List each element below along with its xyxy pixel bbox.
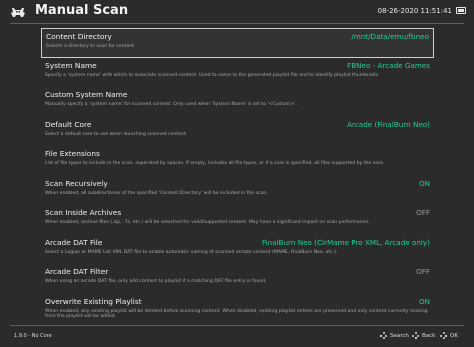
setting-label: Arcade DAT Filter [45, 267, 109, 276]
setting-system-name[interactable]: System Name FBNeo - Arcade Games Specify… [41, 58, 434, 88]
setting-value: Arcade (FinalBurn Neo) [347, 119, 430, 129]
back-label: Back [422, 332, 436, 339]
setting-default-core[interactable]: Default Core Arcade (FinalBurn Neo) Sele… [41, 117, 434, 147]
ok-label: OK [450, 332, 458, 339]
core-info: 1.9.0 - No Core [14, 333, 52, 339]
setting-content-directory[interactable]: Content Directory /mnt/Data/emu/fbneo Se… [41, 28, 434, 58]
setting-label: Arcade DAT File [45, 237, 103, 247]
setting-label: File Extensions [45, 149, 100, 158]
setting-file-extensions[interactable]: File Extensions List of file types to in… [41, 146, 434, 176]
battery-icon [456, 7, 466, 14]
setting-description: When enabled, any existing playlist will… [45, 308, 428, 319]
setting-description: When enabled, archive files (.zip, .7z, … [45, 220, 370, 225]
setting-description: When enabled, all subdirectories of the … [45, 190, 268, 196]
setting-custom-system-name[interactable]: Custom System Name Manually specify a 's… [41, 87, 434, 117]
ok-hint[interactable]: OK [440, 332, 458, 339]
gamepad-button-icon [380, 332, 387, 339]
gamepad-button-icon [440, 332, 447, 339]
toggle-on[interactable]: ON [419, 297, 430, 306]
setting-label: System Name [45, 60, 97, 70]
setting-arcade-dat-file[interactable]: Arcade DAT File FinalBurn Neo (ClrMame P… [41, 235, 434, 265]
page-title: Manual Scan [35, 3, 129, 18]
header-bar: Manual Scan 08-26-2020 11:51:41 [0, 0, 474, 24]
setting-label: Overwrite Existing Playlist [45, 296, 142, 306]
setting-overwrite-existing-playlist[interactable]: Overwrite Existing Playlist ON When enab… [41, 294, 434, 324]
setting-arcade-dat-filter[interactable]: Arcade DAT Filter OFF When using an arca… [41, 264, 434, 294]
setting-description: When using an arcade DAT file, only add … [45, 279, 267, 284]
setting-description: Select a default core to use when launch… [45, 131, 188, 137]
search-hint[interactable]: Search [380, 332, 409, 339]
setting-description: Selects a directory to scan for content. [46, 44, 136, 49]
setting-description: Specify a 'system name' with which to as… [45, 72, 380, 78]
toggle-on[interactable]: ON [419, 179, 430, 188]
back-hint[interactable]: Back [412, 332, 435, 339]
setting-label: Scan Inside Archives [45, 208, 122, 217]
setting-value: /mnt/Data/emu/fbneo [351, 32, 429, 41]
setting-label: Content Directory [46, 32, 112, 41]
toggle-off[interactable]: OFF [416, 267, 430, 276]
setting-scan-inside-archives[interactable]: Scan Inside Archives OFF When enabled, a… [41, 205, 434, 235]
setting-label: Custom System Name [45, 90, 128, 99]
setting-description: Manually specify a 'system name' for sca… [45, 102, 297, 107]
search-label: Search [390, 332, 409, 339]
footer-bar: 1.9.0 - No Core Search Back OK [0, 325, 474, 347]
retroarch-logo-icon [11, 8, 25, 17]
header-divider [10, 23, 464, 24]
setting-value: FBNeo - Arcade Games [347, 60, 430, 70]
gamepad-button-icon [412, 332, 419, 339]
setting-scan-recursively[interactable]: Scan Recursively ON When enabled, all su… [41, 176, 434, 206]
setting-label: Scan Recursively [45, 178, 108, 188]
setting-description: List of file types to include in the sca… [45, 161, 385, 166]
clock: 08-26-2020 11:51:41 [377, 7, 452, 15]
setting-description: Select a Logiqx or MAME List XML DAT fil… [45, 249, 338, 255]
settings-list: Content Directory /mnt/Data/emu/fbneo Se… [41, 28, 434, 323]
setting-value: FinalBurn Neo (ClrMame Pro XML, Arcade o… [261, 237, 430, 247]
footer-divider [10, 325, 464, 326]
toggle-off[interactable]: OFF [416, 208, 430, 217]
setting-label: Default Core [45, 119, 92, 129]
